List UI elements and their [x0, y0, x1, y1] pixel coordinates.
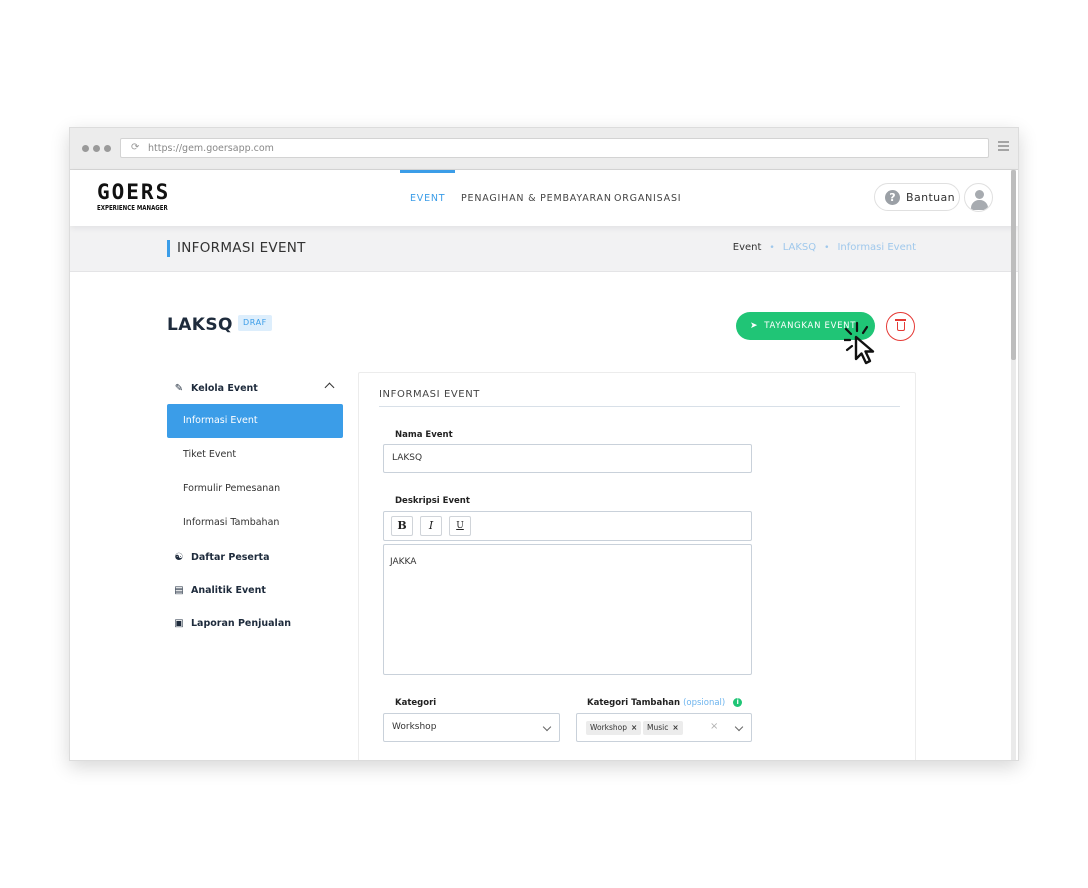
window-dot[interactable] — [104, 145, 111, 152]
event-name-input[interactable]: LAKSQ — [383, 444, 752, 473]
sidebar-group-analitik-event[interactable]: ▤ Analitik Event — [167, 578, 343, 602]
event-name-label: Nama Event — [395, 430, 453, 440]
sidebar-group-label: Laporan Penjualan — [191, 617, 291, 629]
category-selected-value: Workshop — [392, 722, 437, 732]
page-header: INFORMASI EVENT Event • LAKSQ • Informasi Ev… — [70, 226, 1018, 272]
sidebar-item-formulir-pemesanan[interactable]: Formulir Pemesanan — [167, 472, 343, 506]
extra-category-label-text: Kategori Tambahan — [587, 698, 681, 708]
users-icon: ☯ — [174, 551, 184, 563]
edit-icon: ✎ — [174, 382, 184, 394]
sidebar-group-laporan-penjualan[interactable]: ▣ Laporan Penjualan — [167, 611, 343, 635]
user-avatar[interactable] — [964, 183, 993, 212]
window-dot[interactable] — [82, 145, 89, 152]
event-name-heading: LAKSQ — [167, 315, 233, 335]
page-scrollbar[interactable] — [1011, 170, 1016, 760]
extra-category-multiselect[interactable]: Workshop × Music × × — [576, 713, 752, 742]
tag-label: Workshop — [590, 723, 628, 732]
user-icon — [975, 190, 984, 199]
tag-remove-icon[interactable]: × — [631, 723, 637, 732]
help-button[interactable]: ? Bantuan — [874, 183, 960, 211]
scrollbar-thumb[interactable] — [1011, 170, 1016, 360]
form-section-title: INFORMASI EVENT — [379, 389, 900, 407]
extra-category-label: Kategori Tambahan (opsional) i — [587, 698, 743, 708]
sidebar-group-label: Daftar Peserta — [191, 551, 270, 563]
tag-chip: Music × — [643, 721, 683, 735]
bold-button[interactable]: B — [391, 516, 413, 536]
tab-organisasi[interactable]: ORGANISASI — [614, 170, 681, 226]
optional-hint: (opsional) — [683, 698, 726, 708]
breadcrumb: Event • LAKSQ • Informasi Event — [733, 242, 916, 253]
window-dot[interactable] — [93, 145, 100, 152]
tag-chip: Workshop × — [586, 721, 642, 735]
chevron-down-icon[interactable] — [542, 722, 552, 732]
rocket-icon: ➤ — [750, 321, 759, 331]
breadcrumb-current: Informasi Event — [837, 242, 916, 253]
event-info-form: INFORMASI EVENT Nama Event LAKSQ Deskrip… — [358, 372, 916, 760]
info-icon[interactable]: i — [733, 698, 743, 707]
tab-event[interactable]: EVENT — [399, 170, 456, 226]
hamburger-menu-icon[interactable] — [998, 141, 1009, 151]
main-content: LAKSQ DRAF ➤ TAYANGKAN EVENT ✎ Kelola Ev… — [70, 272, 1018, 760]
browser-chrome: ⟳ https://gem.goersapp.com — [70, 128, 1018, 170]
category-select[interactable]: Workshop — [383, 713, 560, 742]
sidebar-submenu: Informasi Event Tiket Event Formulir Pem… — [167, 404, 343, 540]
status-badge: DRAF — [238, 315, 272, 331]
trash-icon — [895, 319, 906, 331]
top-navigation: GOERS EXPERIENCE MANAGER EVENT PENAGIHAN… — [70, 170, 1018, 226]
editor-toolbar: B I U — [383, 511, 752, 541]
bar-chart-icon: ▤ — [174, 584, 184, 596]
user-icon-body — [971, 200, 988, 210]
breadcrumb-event[interactable]: Event — [733, 242, 762, 253]
url-text[interactable]: https://gem.goersapp.com — [148, 143, 274, 154]
chevron-down-icon[interactable] — [734, 722, 744, 732]
address-bar[interactable]: ⟳ https://gem.goersapp.com — [120, 138, 989, 158]
chevron-up-icon[interactable] — [324, 382, 335, 393]
tag-remove-icon[interactable]: × — [672, 723, 678, 732]
sidebar-item-tiket-event[interactable]: Tiket Event — [167, 438, 343, 472]
window-controls — [82, 145, 111, 152]
event-description-label: Deskripsi Event — [395, 496, 470, 506]
breadcrumb-separator: • — [769, 243, 775, 253]
sidebar-group-label: Analitik Event — [191, 584, 266, 596]
help-label: Bantuan — [906, 190, 956, 204]
clear-all-icon[interactable]: × — [710, 721, 718, 732]
breadcrumb-separator: • — [824, 243, 830, 253]
breadcrumb-laksq[interactable]: LAKSQ — [783, 242, 816, 253]
sidebar-group-label: Kelola Event — [191, 382, 258, 394]
event-description-editor[interactable]: JAKKA — [383, 544, 752, 675]
tag-label: Music — [647, 723, 669, 732]
reload-icon[interactable]: ⟳ — [131, 142, 139, 153]
sidebar: ✎ Kelola Event Informasi Event Tiket Eve… — [167, 376, 343, 635]
tab-penagihan-pembayaran[interactable]: PENAGIHAN & PEMBAYARAN — [461, 170, 612, 226]
sidebar-item-informasi-event[interactable]: Informasi Event — [167, 404, 343, 438]
browser-window: ⟳ https://gem.goersapp.com GOERS EXPERIE… — [69, 127, 1019, 761]
underline-button[interactable]: U — [449, 516, 471, 536]
click-cursor-icon — [844, 321, 875, 365]
category-label: Kategori — [395, 698, 437, 708]
sidebar-item-informasi-tambahan[interactable]: Informasi Tambahan — [167, 506, 343, 540]
sidebar-group-daftar-peserta[interactable]: ☯ Daftar Peserta — [167, 545, 343, 569]
sidebar-group-kelola-event[interactable]: ✎ Kelola Event — [167, 376, 343, 400]
page-title: INFORMASI EVENT — [167, 240, 306, 257]
question-circle-icon: ? — [885, 189, 900, 205]
publish-label: TAYANGKAN EVENT — [764, 321, 857, 331]
money-icon: ▣ — [174, 617, 184, 629]
italic-button[interactable]: I — [420, 516, 442, 536]
